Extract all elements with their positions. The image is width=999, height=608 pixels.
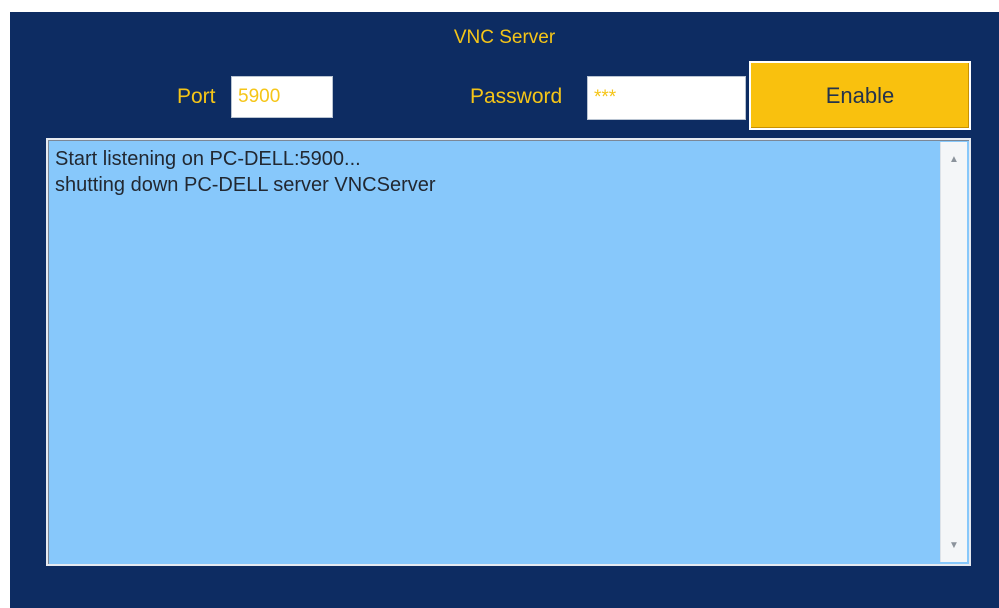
log-scrollbar[interactable]: ▲ ▼ xyxy=(940,142,967,562)
panel-title: VNC Server xyxy=(453,27,556,48)
port-field[interactable] xyxy=(231,76,333,118)
scroll-up-arrow-icon[interactable]: ▲ xyxy=(941,148,967,170)
log-text: Start listening on PC-DELL:5900... shutt… xyxy=(55,146,935,560)
vnc-server-panel: VNC Server Port Password Enable Start li… xyxy=(10,12,999,608)
enable-button[interactable]: Enable xyxy=(749,61,971,130)
log-output-area[interactable]: Start listening on PC-DELL:5900... shutt… xyxy=(46,138,971,566)
log-line: Start listening on PC-DELL:5900... xyxy=(55,148,361,170)
password-label: Password xyxy=(470,85,563,108)
port-label: Port xyxy=(177,85,216,108)
scroll-down-arrow-icon[interactable]: ▼ xyxy=(941,534,967,556)
app-window: VNC Server Port Password Enable Start li… xyxy=(0,0,999,608)
password-field[interactable] xyxy=(587,76,746,120)
log-line: shutting down PC-DELL server VNCServer xyxy=(55,174,436,196)
